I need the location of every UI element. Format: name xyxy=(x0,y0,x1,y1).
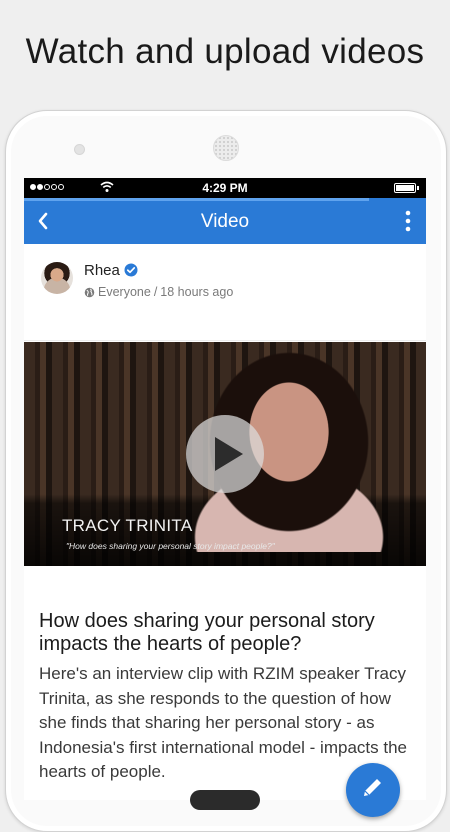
battery-icon xyxy=(394,183,419,193)
post-header: Rhea Everyone / 18 hours ago xyxy=(24,244,426,341)
phone-speaker xyxy=(213,135,239,161)
home-indicator xyxy=(190,790,260,810)
status-time: 4:29 PM xyxy=(202,181,248,195)
meta-separator: / xyxy=(153,285,158,299)
phone-screen: 4:29 PM Video Rhea Everyone / 18 hours a… xyxy=(24,178,426,800)
avatar[interactable] xyxy=(41,262,73,294)
audience-label: Everyone xyxy=(98,285,151,299)
status-bar: 4:29 PM xyxy=(24,178,426,198)
video-lower-third: TRACY TRINITA xyxy=(62,516,193,535)
video-caption: "How does sharing your personal story im… xyxy=(66,541,275,551)
post-title: How does sharing your personal story imp… xyxy=(39,610,375,655)
more-options-button[interactable] xyxy=(400,210,416,232)
globe-icon xyxy=(84,287,95,297)
app-bar: Video xyxy=(24,198,426,244)
author-name[interactable]: Rhea xyxy=(84,262,120,279)
more-vertical-icon xyxy=(405,210,411,232)
page-title: Video xyxy=(200,211,250,232)
video-player[interactable]: TRACY TRINITA "How does sharing your per… xyxy=(24,342,426,566)
loading-progress xyxy=(24,198,369,201)
post-time: 18 hours ago xyxy=(160,285,234,299)
pencil-icon xyxy=(364,779,381,796)
compose-button[interactable] xyxy=(346,763,400,817)
post-meta: Everyone / 18 hours ago xyxy=(84,285,233,299)
verified-check-icon xyxy=(124,263,138,277)
promo-heading: Watch and upload videos xyxy=(25,32,425,71)
play-icon[interactable] xyxy=(186,415,264,493)
phone-camera xyxy=(74,144,85,155)
